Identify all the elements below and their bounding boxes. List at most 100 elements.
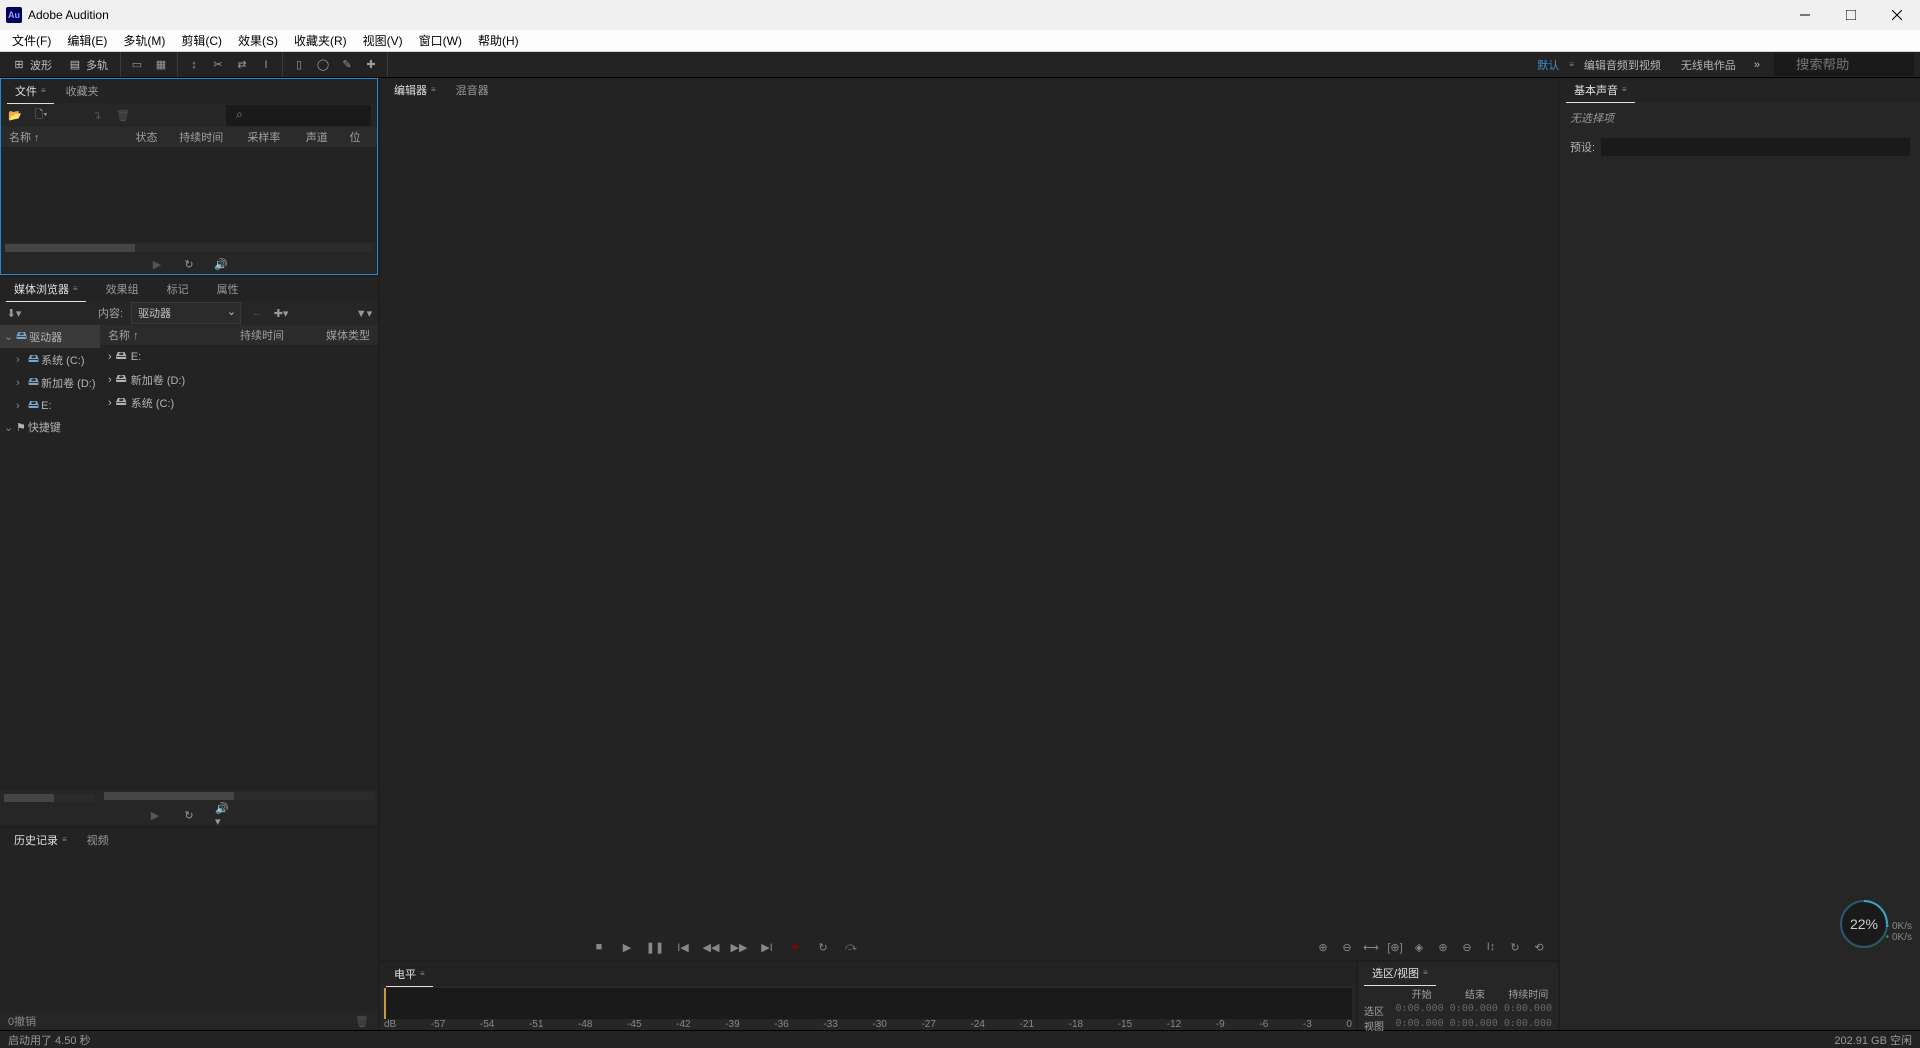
col-name[interactable]: 名称 ↑ (9, 129, 135, 145)
sel-end[interactable]: 0:00.000 (1450, 1003, 1498, 1018)
sel-dur[interactable]: 0:00.000 (1504, 1003, 1552, 1018)
tab-history-menu-icon[interactable]: ≡ (62, 835, 67, 844)
levels-meter[interactable] (384, 988, 1352, 1019)
list-item[interactable]: ›🖴E: (100, 345, 378, 368)
tab-properties[interactable]: 属性 (209, 277, 247, 301)
close-button[interactable] (1874, 0, 1920, 30)
selview-menu-icon[interactable]: ≡ (1423, 968, 1428, 977)
skip-button[interactable]: ⤼ (842, 938, 860, 956)
editor-canvas[interactable] (380, 102, 1558, 934)
new-file-button[interactable]: 🗋▾ (33, 107, 49, 123)
pause-button[interactable]: ❚❚ (646, 938, 664, 956)
back-button[interactable]: ← (249, 305, 265, 321)
tree-scrollbar[interactable] (4, 794, 94, 802)
media-scrollbar[interactable] (104, 792, 374, 800)
tab-files[interactable]: 文件≡ (7, 79, 54, 104)
tab-video[interactable]: 视频 (79, 828, 117, 852)
list-item[interactable]: ›🖴新加卷 (D:) (100, 368, 378, 391)
heal-tool-button[interactable]: ✚ (363, 57, 379, 73)
files-list[interactable] (1, 147, 377, 242)
tree-drive-d[interactable]: ›🖴新加卷 (D:) (0, 371, 100, 394)
play-preview-button[interactable]: ▶ (149, 256, 165, 272)
tab-editor-menu-icon[interactable]: ≡ (431, 85, 436, 94)
files-column-headers[interactable]: 名称 ↑ 状态 持续时间 采样率 声道 位 (1, 127, 377, 147)
menu-window[interactable]: 窗口(W) (411, 30, 470, 51)
play-button[interactable]: ▶ (618, 938, 636, 956)
zoom-out-horizontal-button[interactable]: ⊖ (1338, 938, 1356, 956)
preset-select[interactable] (1601, 138, 1910, 156)
brush-tool-button[interactable]: ✎ (339, 57, 355, 73)
media-play-button[interactable]: ▶ (147, 807, 163, 823)
tab-effects-rack[interactable]: 效果组 (98, 277, 147, 301)
menu-file[interactable]: 文件(F) (4, 30, 59, 51)
minimize-button[interactable] (1782, 0, 1828, 30)
tab-levels[interactable]: 电平≡ (386, 962, 433, 987)
stop-button[interactable]: ■ (590, 938, 608, 956)
zoom-in-horizontal-button[interactable]: ⊕ (1314, 938, 1332, 956)
tab-selection-view[interactable]: 选区/视图≡ (1364, 961, 1436, 986)
menu-multitrack[interactable]: 多轨(M) (115, 30, 173, 51)
media-tree[interactable]: ⌄🖴驱动器 ›🖴系统 (C:) ›🖴新加卷 (D:) ›🖴E: ⌄⚑快捷键 (0, 325, 100, 790)
menu-effects[interactable]: 效果(S) (230, 30, 286, 51)
waveform-view-button[interactable]: ⊞ 波形 (8, 55, 56, 75)
filter-button[interactable]: ▼▾ (356, 305, 372, 321)
zoom-in-point-button[interactable]: ◈ (1410, 938, 1428, 956)
to-end-button[interactable]: ▶I (758, 938, 776, 956)
workspace-edit-video[interactable]: 编辑音频到视频 (1574, 57, 1671, 73)
forward-button[interactable]: ✚▾ (273, 305, 289, 321)
tab-mixer[interactable]: 混音器 (448, 78, 497, 102)
tab-media-menu-icon[interactable]: ≡ (73, 284, 78, 293)
drive-select[interactable]: 驱动器⌄ (131, 302, 241, 324)
spectral-toggle-button[interactable]: ▦ (153, 57, 169, 73)
zoom-out-full-button[interactable]: ⟷ (1362, 938, 1380, 956)
view-end[interactable]: 0:00.000 (1450, 1018, 1498, 1033)
marquee-tool-button[interactable]: ▯ (291, 57, 307, 73)
reset-zoom-vert-button[interactable]: I↕ (1482, 938, 1500, 956)
tab-media-browser[interactable]: 媒体浏览器≡ (6, 277, 86, 302)
tree-drive-e[interactable]: ›🖴E: (0, 394, 100, 417)
workspace-radio[interactable]: 无线电作品 (1671, 57, 1746, 73)
open-file-button[interactable]: 📂 (7, 107, 23, 123)
import-button[interactable]: ⬇▾ (6, 305, 22, 321)
insert-button[interactable]: ↴ (89, 107, 105, 123)
tab-editor[interactable]: 编辑器≡ (386, 78, 444, 103)
zoom-to-sel-button[interactable]: [⊕] (1386, 938, 1404, 956)
loop-preview-button[interactable]: ↻ (181, 256, 197, 272)
tree-drive-c[interactable]: ›🖴系统 (C:) (0, 348, 100, 371)
move-tool-button[interactable]: ↕ (186, 57, 202, 73)
time-select-tool-button[interactable]: I (258, 57, 274, 73)
tree-shortcuts[interactable]: ⌄⚑快捷键 (0, 417, 100, 437)
delete-button[interactable]: 🗑 (115, 107, 131, 123)
col-samplerate[interactable]: 采样率 (247, 129, 305, 145)
files-scrollbar[interactable] (5, 244, 373, 252)
col-status[interactable]: 状态 (135, 129, 179, 145)
workspace-more-button[interactable]: » (1746, 59, 1768, 71)
menu-edit[interactable]: 编辑(E) (59, 30, 115, 51)
media-col-name[interactable]: 名称 ↑ (108, 327, 240, 343)
view-start[interactable]: 0:00.000 (1395, 1018, 1443, 1033)
files-search-input[interactable] (226, 105, 371, 126)
lasso-tool-button[interactable]: ◯ (315, 57, 331, 73)
slip-tool-button[interactable]: ⇄ (234, 57, 250, 73)
rewind-button[interactable]: ◀◀ (702, 938, 720, 956)
razor-tool-button[interactable]: ✂ (210, 57, 226, 73)
history-list[interactable] (0, 852, 378, 1012)
menu-clip[interactable]: 剪辑(C) (173, 30, 230, 51)
zoom-in-vertical-button[interactable]: ⊕ (1434, 938, 1452, 956)
workspace-default[interactable]: 默认 (1527, 57, 1569, 73)
tab-markers[interactable]: 标记 (159, 277, 197, 301)
multitrack-view-button[interactable]: ▤ 多轨 (64, 55, 112, 75)
media-col-headers[interactable]: 名称 ↑ 持续时间 媒体类型 (100, 325, 378, 345)
col-bits[interactable]: 位 (350, 129, 369, 145)
list-item[interactable]: ›🖴系统 (C:) (100, 391, 378, 414)
to-start-button[interactable]: I◀ (674, 938, 692, 956)
refresh-button[interactable]: ↻ (1506, 938, 1524, 956)
media-autoplay-button[interactable]: 🔊▾ (215, 807, 231, 823)
tab-essential-sound[interactable]: 基本声音≡ (1566, 78, 1635, 103)
zoom-reset-button[interactable]: ⟲ (1530, 938, 1548, 956)
menu-favorites[interactable]: 收藏夹(R) (286, 30, 355, 51)
media-loop-button[interactable]: ↻ (181, 807, 197, 823)
menu-view[interactable]: 视图(V) (355, 30, 411, 51)
tab-files-menu-icon[interactable]: ≡ (41, 86, 46, 95)
maximize-button[interactable] (1828, 0, 1874, 30)
